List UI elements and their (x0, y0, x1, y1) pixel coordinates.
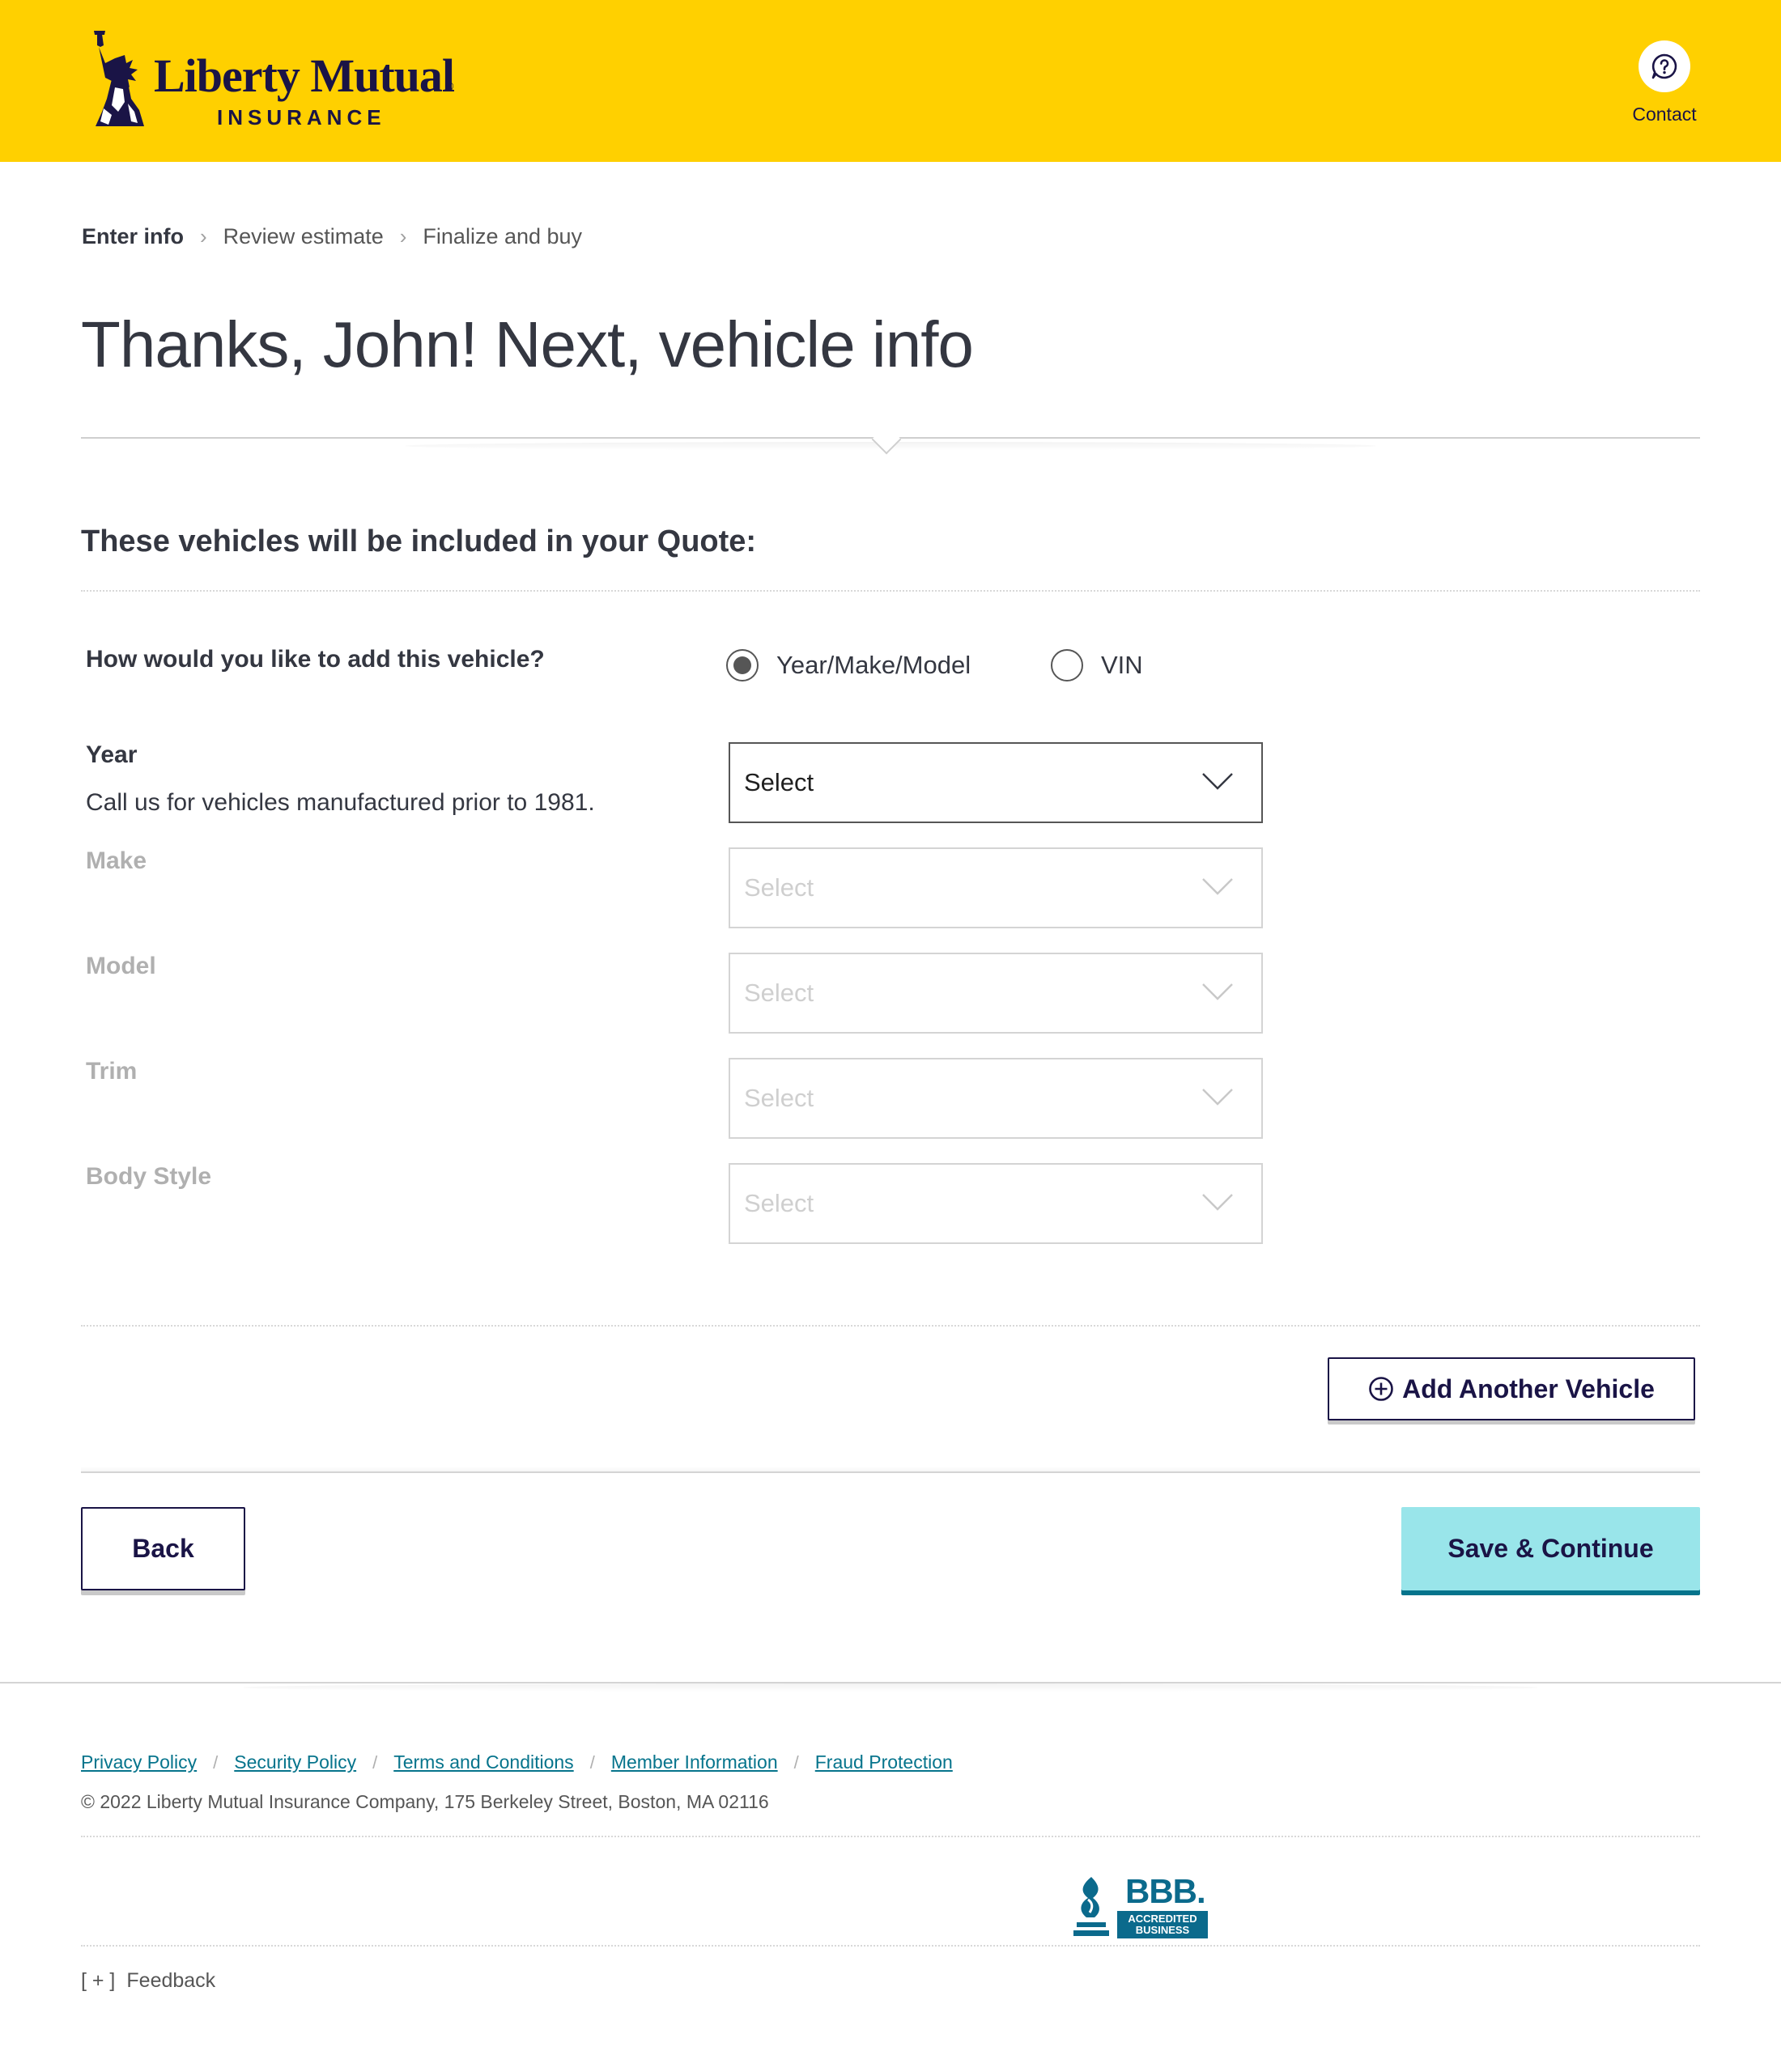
breadcrumb-finalize-and-buy: Finalize and buy (423, 223, 583, 248)
breadcrumb-chevron-icon: › (200, 223, 207, 248)
add-another-vehicle-button[interactable]: Add Another Vehicle (1328, 1357, 1695, 1420)
footer-separator: / (213, 1751, 219, 1773)
back-button-label: Back (132, 1534, 194, 1563)
add-method-question: How would you like to add this vehicle? (86, 646, 545, 673)
body-style-select[interactable]: Select (729, 1163, 1263, 1244)
footer-separator: / (793, 1751, 799, 1773)
section-heading: These vehicles will be included in your … (81, 524, 757, 558)
breadcrumb-review-estimate: Review estimate (223, 223, 384, 248)
radio-year-make-model-label: Year/Make/Model (776, 651, 971, 679)
terms-and-conditions-link[interactable]: Terms and Conditions (393, 1751, 573, 1773)
chevron-down-icon (1202, 983, 1233, 1000)
registered-mark: ® (445, 79, 454, 92)
brand-name: Liberty Mutual (154, 49, 455, 102)
feedback-expand-icon: [ + ] (81, 1969, 116, 1992)
brand-subtitle: INSURANCE (217, 105, 386, 130)
fraud-protection-link[interactable]: Fraud Protection (815, 1751, 953, 1773)
site-header: Liberty Mutual ® INSURANCE Contact (0, 0, 1781, 162)
feedback-label: Feedback (126, 1969, 216, 1992)
make-select[interactable]: Select (729, 847, 1263, 928)
radio-vin[interactable]: VIN (1051, 648, 1143, 683)
copyright-text: © 2022 Liberty Mutual Insurance Company,… (81, 1791, 769, 1812)
trim-label: Trim (86, 1058, 138, 1085)
liberty-mutual-logo[interactable]: Liberty Mutual ® INSURANCE (79, 31, 460, 130)
breadcrumb-enter-info: Enter info (82, 223, 184, 248)
radio-unselected-indicator[interactable] (1051, 649, 1083, 681)
plus-circle-icon (1369, 1377, 1393, 1401)
year-label: Year (86, 741, 138, 768)
feedback-link[interactable]: [ + ] Feedback (81, 1969, 215, 1993)
make-select-value: Select (744, 873, 814, 902)
bbb-accredited-logo[interactable]: BBB. ACCREDITED BUSINESS (1070, 1872, 1208, 1938)
page-title: Thanks, John! Next, vehicle info (81, 308, 974, 380)
model-select[interactable]: Select (729, 953, 1263, 1034)
bbb-accredited-badge: ACCREDITED BUSINESS (1117, 1911, 1208, 1938)
radio-dot (733, 656, 751, 674)
footer-separator: / (372, 1751, 378, 1773)
actions-divider (81, 1471, 1700, 1473)
save-continue-button[interactable]: Save & Continue (1401, 1507, 1700, 1590)
trim-select[interactable]: Select (729, 1058, 1263, 1139)
bbb-badge-line1: ACCREDITED (1128, 1913, 1197, 1925)
model-select-value: Select (744, 979, 814, 1007)
year-hint: Call us for vehicles manufactured prior … (86, 789, 595, 816)
add-another-vehicle-label: Add Another Vehicle (1402, 1374, 1655, 1403)
contact-button[interactable]: Contact (1619, 40, 1710, 130)
contact-label: Contact (1632, 104, 1697, 125)
radio-selected-indicator[interactable] (726, 649, 759, 681)
body-style-label: Body Style (86, 1163, 212, 1190)
footer-separator: / (589, 1751, 595, 1773)
security-policy-link[interactable]: Security Policy (234, 1751, 356, 1773)
year-select[interactable]: Select (729, 742, 1263, 823)
bbb-badge-line2: BUSINESS (1135, 1924, 1190, 1936)
radio-year-make-model[interactable]: Year/Make/Model (726, 648, 971, 683)
contact-icon-circle (1639, 40, 1690, 92)
privacy-policy-link[interactable]: Privacy Policy (81, 1751, 197, 1773)
year-select-value: Select (744, 768, 814, 796)
section-divider (81, 590, 1700, 592)
trim-select-value: Select (744, 1084, 814, 1112)
body-style-select-value: Select (744, 1189, 814, 1217)
chevron-down-icon (1202, 1194, 1233, 1211)
footer-links: Privacy Policy / Security Policy / Terms… (81, 1751, 953, 1773)
chevron-down-icon (1202, 1089, 1233, 1106)
footer-divider-shadow (243, 1684, 1538, 1692)
bbb-torch-icon (1073, 1877, 1109, 1936)
breadcrumb-chevron-icon: › (399, 223, 407, 248)
save-continue-label: Save & Continue (1447, 1534, 1654, 1563)
statue-of-liberty-icon (94, 31, 144, 126)
model-label: Model (86, 953, 156, 979)
back-button[interactable]: Back (81, 1507, 245, 1590)
footer-dotted-divider (81, 1836, 1700, 1837)
chevron-down-icon (1202, 878, 1233, 895)
make-label: Make (86, 847, 147, 874)
chat-question-icon (1651, 53, 1677, 79)
member-information-link[interactable]: Member Information (611, 1751, 778, 1773)
breadcrumb: Enter info › Review estimate › Finalize … (82, 220, 582, 253)
form-divider (81, 1325, 1700, 1327)
footer-bottom-divider (81, 1945, 1700, 1947)
radio-vin-label: VIN (1101, 651, 1143, 679)
chevron-down-icon (1202, 773, 1233, 790)
bbb-logo-text: BBB. (1125, 1872, 1206, 1910)
